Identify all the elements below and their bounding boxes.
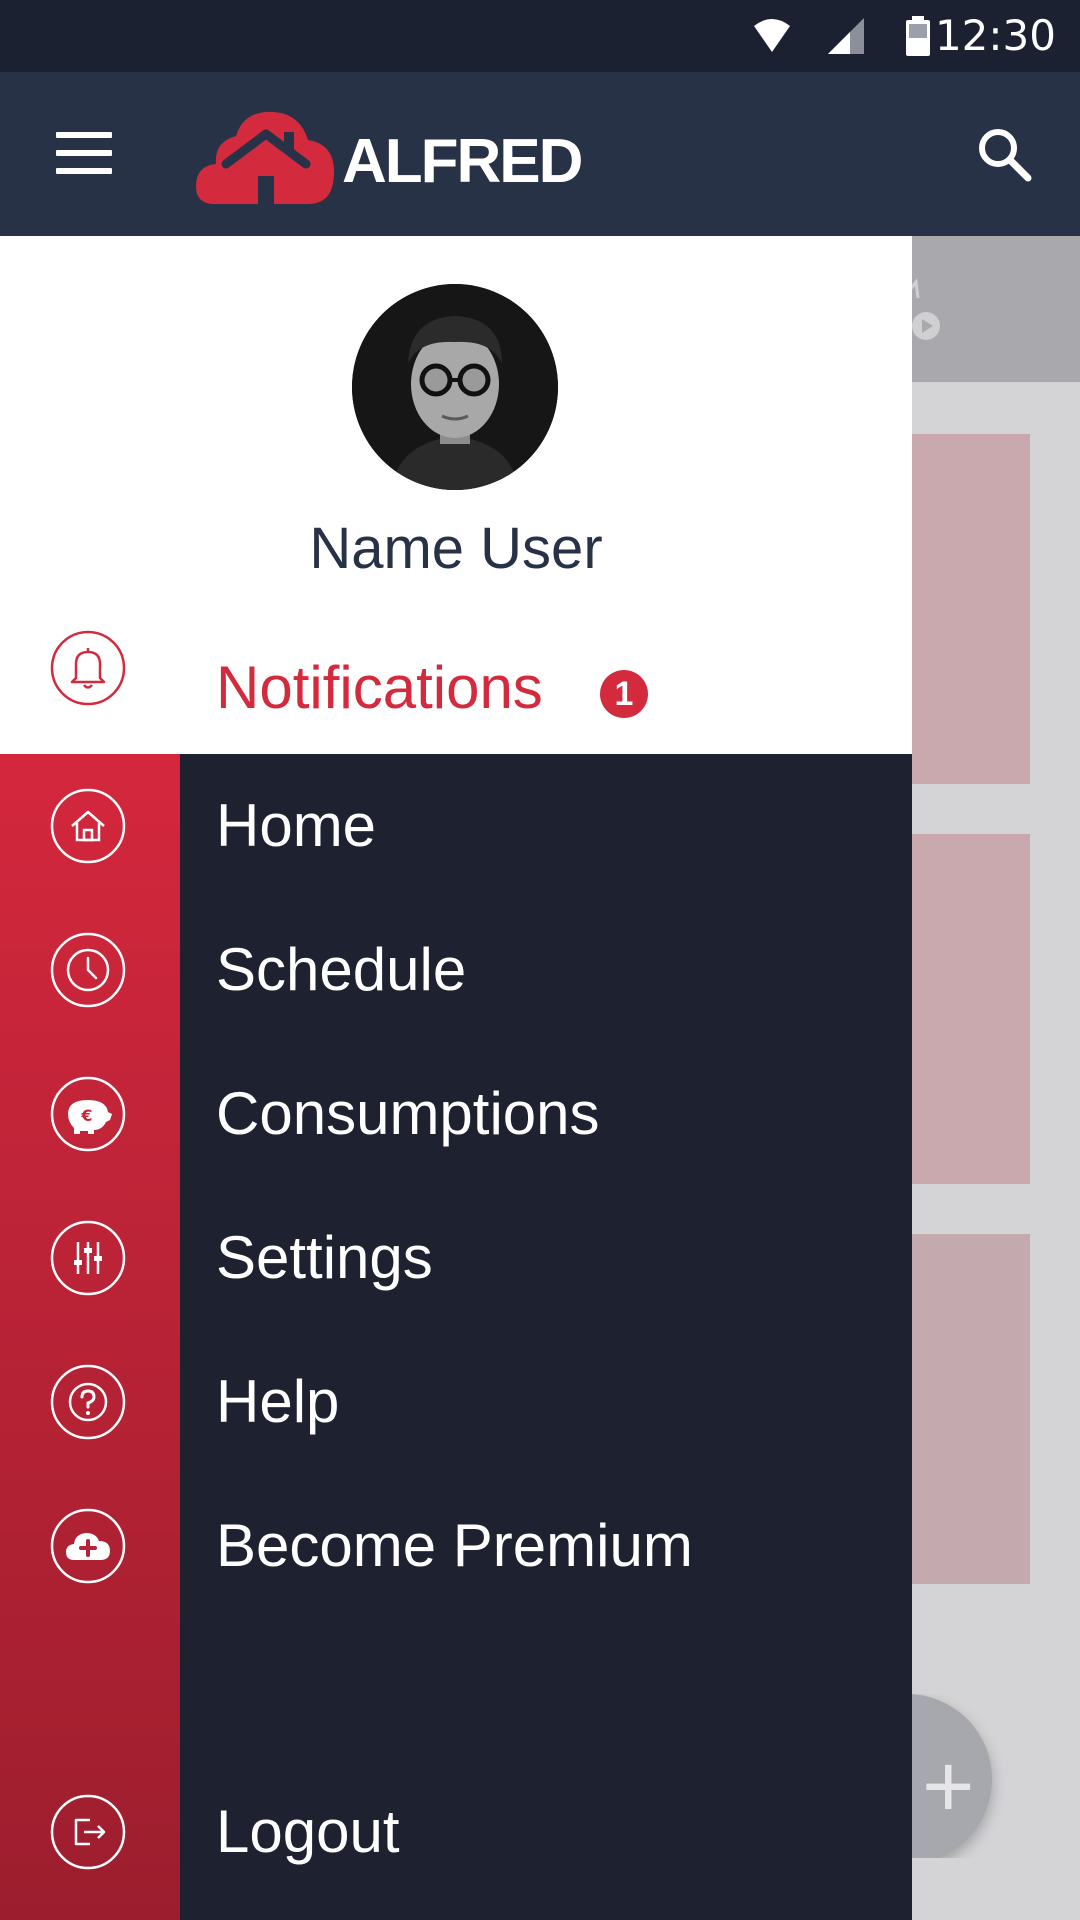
svg-text:€: € [80,1106,92,1125]
logout-label: Logout [216,1798,400,1865]
navigation-drawer: Name User Notifications 1 Home Schedule … [0,236,912,1920]
home-icon [50,788,126,864]
drawer-item-logout[interactable]: Logout [0,1760,912,1904]
background-card [910,834,1030,1184]
notifications-label: Notifications [216,654,543,721]
app-bar: ALFRED [0,72,1080,236]
alfred-logo-icon [196,111,334,204]
signal-icon [828,18,864,54]
avatar[interactable] [352,284,558,490]
add-fab-button[interactable]: + [910,1694,1020,1858]
background-card [910,434,1030,784]
status-time: 12:30 [934,11,1056,60]
plus-icon: + [922,1737,975,1837]
piggy-bank-icon: € [50,1076,126,1152]
logout-icon [50,1794,126,1870]
user-photo [352,284,558,490]
drawer-item-label: Help [216,1368,340,1435]
background-toolbar [910,236,1080,382]
menu-icon[interactable] [56,132,112,176]
play-icon [910,278,940,340]
bell-icon [50,630,126,706]
drawer-item-become-premium[interactable]: Become Premium [0,1474,912,1618]
drawer-item-home[interactable]: Home [0,754,912,898]
help-icon [50,1364,126,1440]
search-icon[interactable] [976,126,1032,182]
background-card [910,1234,1030,1584]
drawer-item-label: Home [216,792,377,859]
drawer-header: Name User Notifications 1 [0,236,912,754]
battery-icon [906,16,930,56]
notification-count-badge: 1 [600,670,648,718]
drawer-item-label: Settings [216,1224,433,1291]
user-name: Name User [309,516,603,581]
clock-icon [50,932,126,1008]
cloud-plus-icon [50,1508,126,1584]
wifi-icon [754,19,790,52]
sliders-icon [50,1220,126,1296]
status-bar: 12:30 [0,0,1080,72]
drawer-item-label: Consumptions [216,1080,600,1147]
drawer-item-consumptions[interactable]: € Consumptions [0,1042,912,1186]
brand-name: ALFRED [342,127,583,196]
drawer-item-notifications[interactable]: Notifications 1 [0,630,912,754]
drawer-item-schedule[interactable]: Schedule [0,898,912,1042]
drawer-item-label: Schedule [216,936,467,1003]
drawer-item-help[interactable]: Help [0,1330,912,1474]
drawer-item-settings[interactable]: Settings [0,1186,912,1330]
drawer-item-label: Become Premium [216,1512,693,1579]
